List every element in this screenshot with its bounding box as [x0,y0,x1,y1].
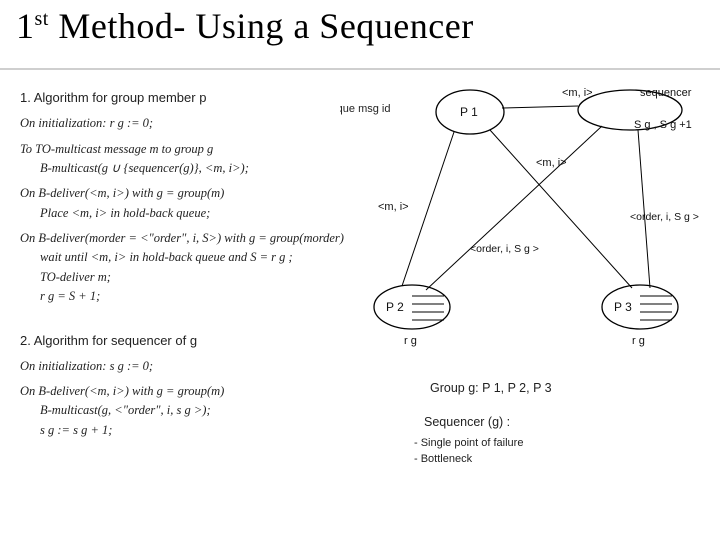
mi-label-top: <m, i> [562,87,593,99]
algo-heading-1: 1. Algorithm for group member p [20,88,350,108]
sequencer-label: sequencer [640,87,692,99]
p1-label: P 1 [460,105,478,119]
to-multicast-label: To TO-multicast message m to group g [20,140,350,159]
unique-msg-id-label: unique msg id [340,103,391,115]
slide-title: 1st Method- Using a Sequencer [16,8,474,46]
mi-label-mid: <m, i> [536,157,567,169]
p3-label: P 3 [614,300,632,314]
edge-p1-p2 [402,132,454,286]
title-superscript: st [35,8,49,30]
order-label-right: <order, i, S g > [630,211,699,223]
p2-label: P 2 [386,300,404,314]
bdeliver2-l1: wait until <m, i> in hold-back queue and… [20,248,350,267]
title-rest: Method- Using a Sequencer [49,6,474,46]
edge-p1-sequencer [502,106,578,108]
sequencer-g-line: Sequencer (g) : [424,415,510,429]
edge-p1-p3 [490,130,632,288]
bdeliver1-body: Place <m, i> in hold-back queue; [20,204,350,223]
init2-label: On initialization: [20,359,106,373]
p2-rg: r g [404,335,417,347]
seq-l2: s g := s g + 1; [20,421,350,440]
edge-seq-p2 [426,126,602,290]
bullet-1: - Single point of failure [414,437,523,449]
diagram: unique msg id <m, i> sequencer S g , S g… [340,82,720,512]
to-multicast-body: B-multicast(g ∪ {sequencer(g)}, <m, i>); [20,159,350,178]
bdeliver2-label: On B-deliver(morder = <"order", i, S>) w… [20,229,350,248]
init2-value: s g := 0; [110,359,154,373]
init-value: r g := 0; [110,116,154,130]
seq-l1: B-multicast(g, <"order", i, s g >); [20,401,350,420]
algorithm-text: 1. Algorithm for group member p On initi… [20,88,350,446]
order-label-center: <order, i, S g > [470,243,539,255]
sg-update-label: S g , S g +1 [634,119,692,131]
bdeliver2-l2: TO-deliver m; [20,268,350,287]
p3-rg: r g [632,335,645,347]
bdeliver1-label: On B-deliver(<m, i>) with g = group(m) [20,184,350,203]
mi-label-left: <m, i> [378,201,409,213]
bullet-2: - Bottleneck [414,453,473,465]
edge-seq-p3 [638,130,650,288]
title-ordinal: 1 [16,8,35,46]
group-line: Group g: P 1, P 2, P 3 [430,381,552,395]
seq-label: On B-deliver(<m, i>) with g = group(m) [20,382,350,401]
title-divider [0,68,720,70]
init-label: On initialization: [20,116,106,130]
algo-heading-2: 2. Algorithm for sequencer of g [20,331,350,351]
bdeliver2-l3: r g = S + 1; [20,287,350,306]
